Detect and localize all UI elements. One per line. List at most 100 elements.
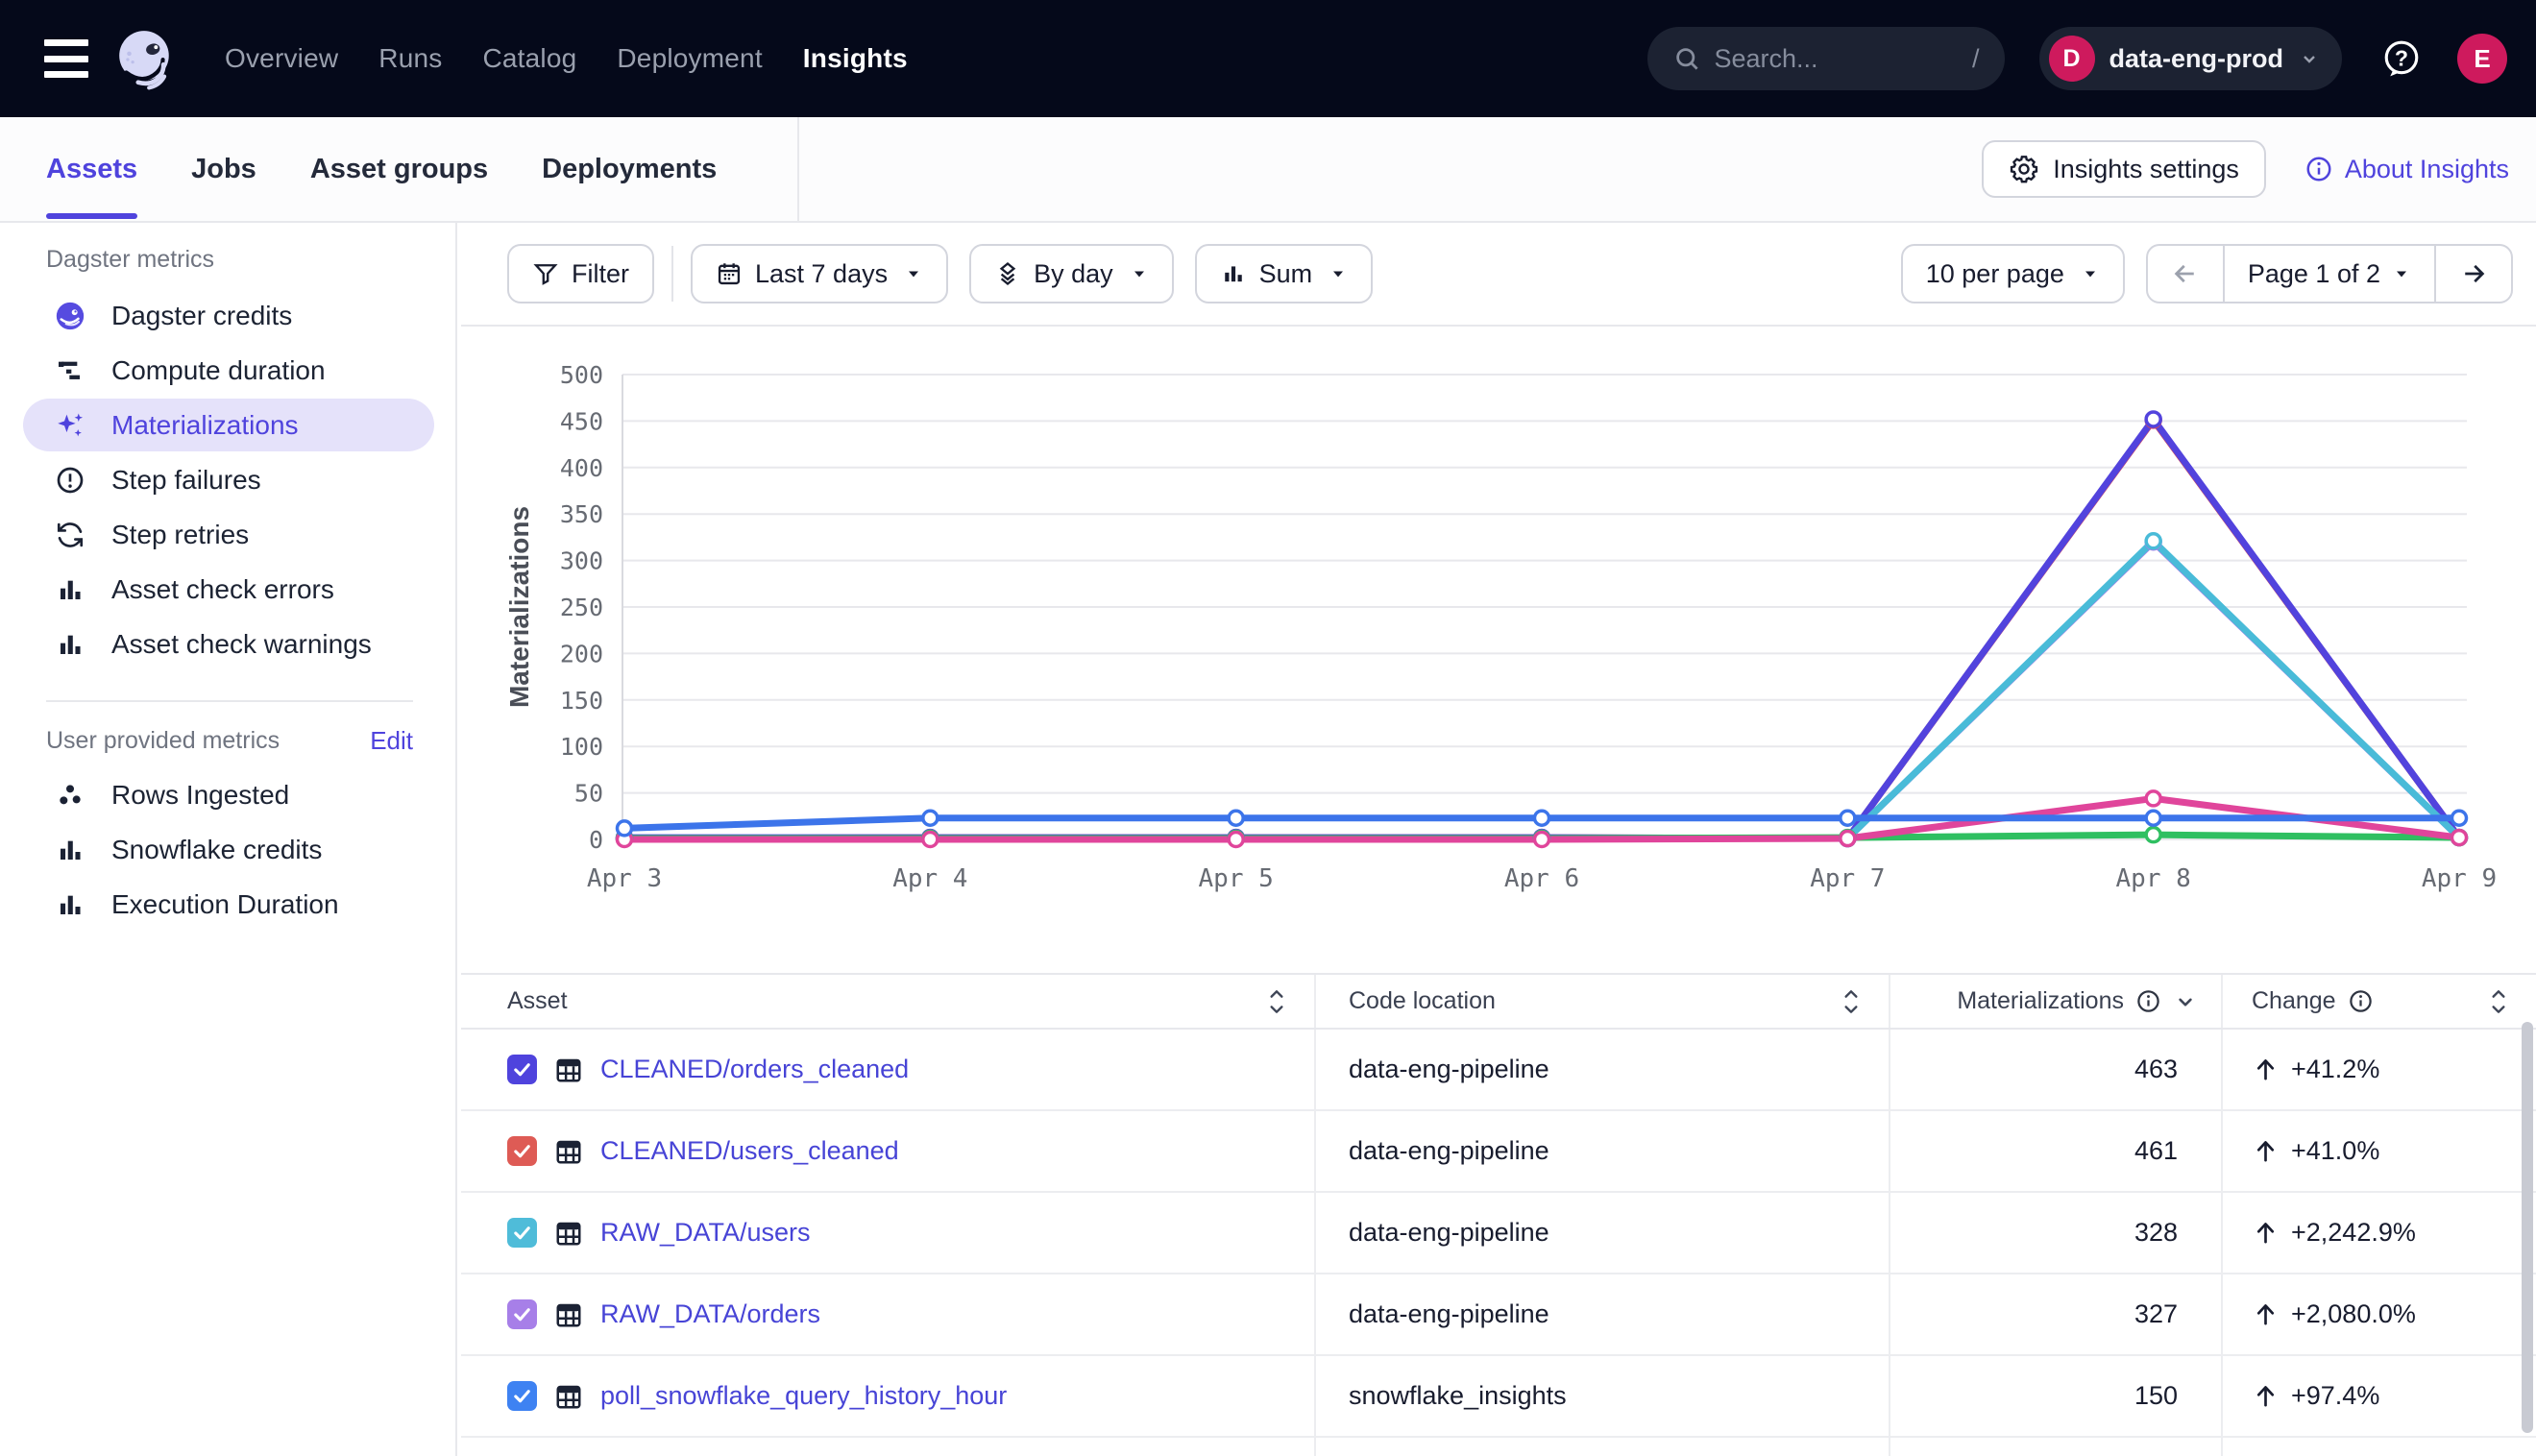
dots-icon <box>54 779 86 812</box>
svg-text:200: 200 <box>560 640 603 667</box>
global-search[interactable]: / <box>1647 27 2005 90</box>
insights-settings-label: Insights settings <box>2053 155 2239 184</box>
user-avatar[interactable]: E <box>2457 34 2507 84</box>
search-icon <box>1672 44 1701 73</box>
series-checkbox[interactable] <box>507 1136 537 1166</box>
pagination: Page 1 of 2 <box>2146 244 2513 303</box>
sort-toggle-icon[interactable] <box>1839 987 1864 1016</box>
date-range-button[interactable]: Last 7 days <box>691 244 948 303</box>
app: OverviewRunsCatalogDeploymentInsights / … <box>0 0 2536 1456</box>
help-icon[interactable]: ? <box>2380 37 2423 80</box>
sidebar-item-asset-check-warnings[interactable]: Asset check warnings <box>0 617 455 671</box>
sidebar-item-asset-check-errors[interactable]: Asset check errors <box>0 562 455 617</box>
column-header-asset[interactable]: Asset <box>461 975 1314 1028</box>
nav-item-runs[interactable]: Runs <box>378 43 442 74</box>
search-shortcut-hint: / <box>1972 44 1980 74</box>
caret-down-icon <box>1329 264 1348 283</box>
column-label: Materializations <box>1957 987 2124 1015</box>
nav-item-catalog[interactable]: Catalog <box>482 43 576 74</box>
org-avatar: D <box>2049 36 2095 82</box>
sidebar-item-step-failures[interactable]: Step failures <box>0 452 455 507</box>
sidebar-item-rows-ingested[interactable]: Rows Ingested <box>0 767 455 822</box>
toolbar-divider <box>671 246 673 302</box>
tab-jobs[interactable]: Jobs <box>191 117 256 221</box>
scrollbar-thumb[interactable] <box>2522 1022 2533 1433</box>
sidebar-item-execution-duration[interactable]: Execution Duration <box>0 877 455 932</box>
svg-text:Apr 3: Apr 3 <box>587 864 662 893</box>
next-page-button[interactable] <box>2434 246 2511 302</box>
series-checkbox[interactable] <box>507 1299 537 1329</box>
nav-item-deployment[interactable]: Deployment <box>617 43 762 74</box>
caret-down-icon <box>2081 264 2100 283</box>
asset-link[interactable]: RAW_DATA/users <box>600 1218 811 1248</box>
table-grid-icon <box>554 1382 583 1411</box>
series-checkbox[interactable] <box>507 1055 537 1084</box>
tab-asset-groups[interactable]: Asset groups <box>310 117 488 221</box>
per-page-label: 10 per page <box>1926 259 2064 289</box>
asset-cell: RAW_DATA/orders <box>461 1274 1314 1354</box>
dagster-logo-icon[interactable] <box>113 27 177 90</box>
nav-item-insights[interactable]: Insights <box>803 43 908 74</box>
materializations-value-cell: 150 <box>1889 1356 2221 1436</box>
about-insights-link[interactable]: About Insights <box>2304 155 2509 184</box>
bar-chart-icon <box>54 888 86 921</box>
sort-toggle-icon[interactable] <box>2486 987 2511 1016</box>
table-header: AssetCode location Materializations Change <box>461 973 2536 1030</box>
table-row: RAW_DATA/ordersdata-eng-pipeline327+2,08… <box>461 1274 2536 1356</box>
search-input[interactable] <box>1715 44 1959 74</box>
sort-toggle-icon[interactable] <box>1264 987 1289 1016</box>
steps-icon <box>54 354 86 387</box>
tabbar-divider <box>797 117 799 221</box>
org-name: data-eng-prod <box>2109 44 2284 74</box>
tab-assets[interactable]: Assets <box>46 117 137 221</box>
asset-link[interactable]: CLEANED/orders_cleaned <box>600 1055 909 1084</box>
svg-text:150: 150 <box>560 687 603 715</box>
sidebar-item-step-retries[interactable]: Step retries <box>0 507 455 562</box>
org-switcher[interactable]: D data-eng-prod <box>2039 27 2343 90</box>
table-grid-icon <box>554 1219 583 1248</box>
asset-cell: CLEANED/orders_cleaned <box>461 1030 1314 1109</box>
per-page-button[interactable]: 10 per page <box>1901 244 2125 303</box>
sidebar-item-materializations[interactable]: Materializations <box>0 398 455 452</box>
column-header-code-location[interactable]: Code location <box>1314 975 1889 1028</box>
aggregation-button[interactable]: Sum <box>1195 244 1374 303</box>
page-indicator[interactable]: Page 1 of 2 <box>2223 246 2434 302</box>
sidebar-item-label: Asset check errors <box>111 574 334 605</box>
svg-text:100: 100 <box>560 733 603 761</box>
chart-svg: 050100150200250300350400450500Apr 3Apr 4… <box>461 327 2536 973</box>
column-header-change[interactable]: Change <box>2221 975 2536 1028</box>
svg-text:400: 400 <box>560 454 603 482</box>
prev-page-button[interactable] <box>2148 246 2223 302</box>
asset-link[interactable]: RAW_DATA/orders <box>600 1299 820 1329</box>
column-header-materializations[interactable]: Materializations <box>1889 975 2221 1028</box>
main-content: Filter Last 7 days <box>461 223 2536 1456</box>
asset-link[interactable]: poll_snowflake_query_history_hour <box>600 1381 1007 1411</box>
svg-text:Apr 4: Apr 4 <box>892 864 967 893</box>
sort-desc-icon[interactable] <box>2173 989 2198 1014</box>
sidebar-item-label: Asset check warnings <box>111 629 372 660</box>
arrow-right-icon <box>2459 259 2488 288</box>
granularity-button[interactable]: By day <box>969 244 1174 303</box>
asset-cell: poll_snowflake_query_history_hour <box>461 1356 1314 1436</box>
sidebar-item-dagster-credits[interactable]: Dagster credits <box>0 288 455 343</box>
change-value: +97.4% <box>2291 1381 2379 1411</box>
sidebar-item-compute-duration[interactable]: Compute duration <box>0 343 455 398</box>
nav-item-overview[interactable]: Overview <box>225 43 338 74</box>
refresh-icon <box>54 519 86 551</box>
series-checkbox[interactable] <box>507 1218 537 1248</box>
hamburger-menu-icon[interactable] <box>44 39 88 78</box>
materializations-value-cell: 463 <box>1889 1030 2221 1109</box>
tab-deployments[interactable]: Deployments <box>542 117 717 221</box>
filter-button[interactable]: Filter <box>507 244 654 303</box>
change-cell: +2,242.9% <box>2221 1193 2536 1273</box>
table-grid-icon <box>554 1137 583 1166</box>
code-location-cell: data-eng-pipeline <box>1314 1030 1889 1109</box>
sidebar-item-snowflake-credits[interactable]: Snowflake credits <box>0 822 455 877</box>
arrow-up-icon <box>2252 1300 2280 1328</box>
edit-metrics-link[interactable]: Edit <box>370 726 413 756</box>
info-icon[interactable] <box>2348 988 2374 1014</box>
series-checkbox[interactable] <box>507 1381 537 1411</box>
insights-settings-button[interactable]: Insights settings <box>1982 140 2266 198</box>
info-icon[interactable] <box>2135 988 2161 1014</box>
asset-link[interactable]: CLEANED/users_cleaned <box>600 1136 899 1166</box>
